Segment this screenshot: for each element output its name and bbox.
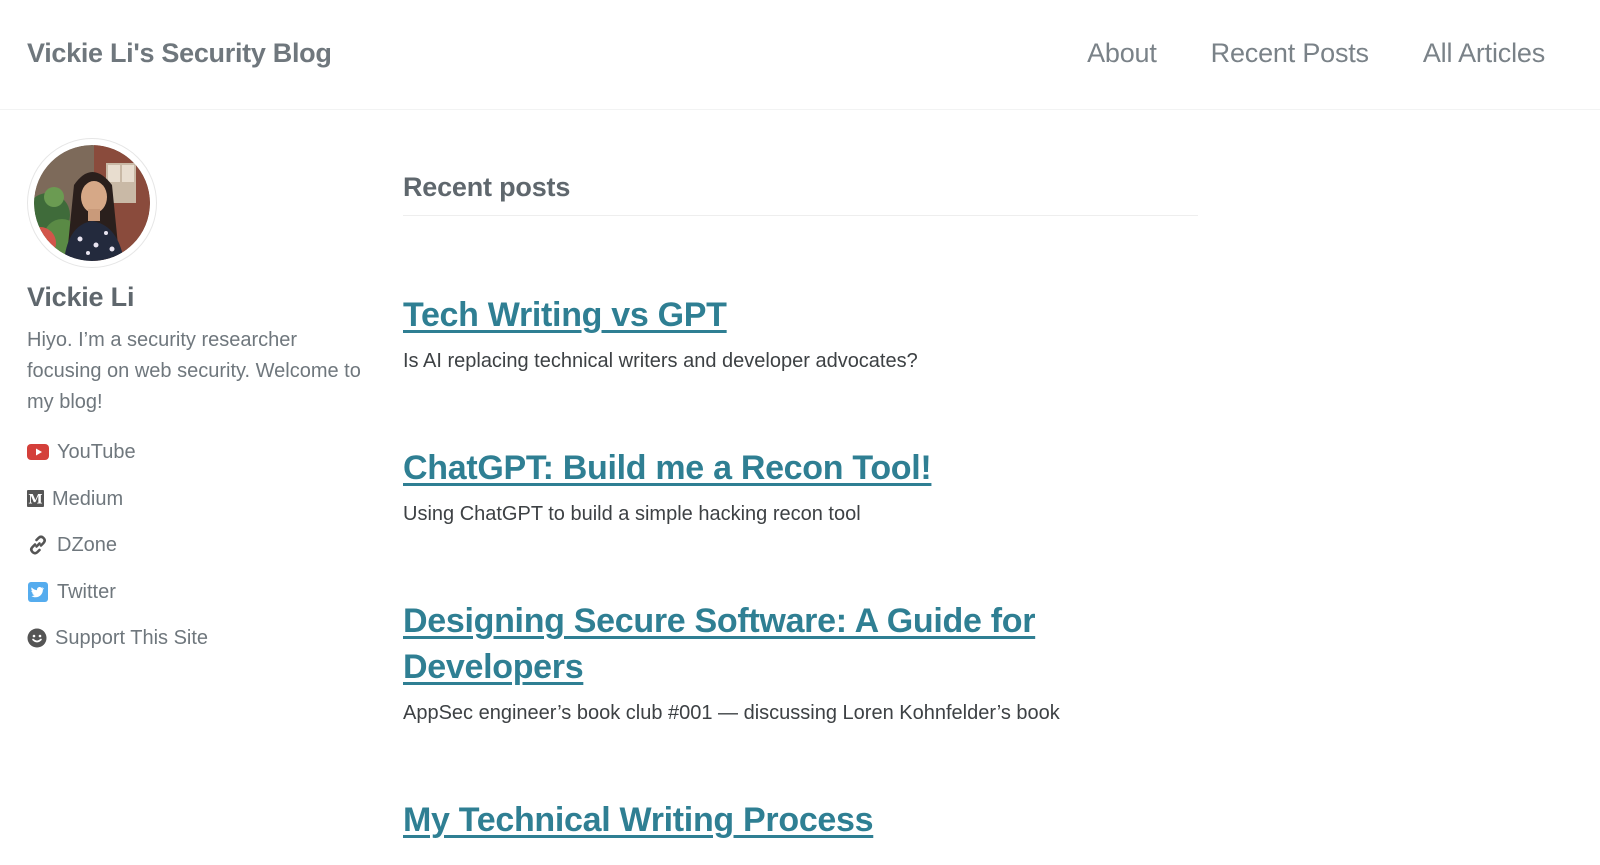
youtube-link-label: YouTube [57, 441, 136, 463]
nav-about-link[interactable]: About [1087, 38, 1157, 69]
post-item: ChatGPT: Build me a Recon Tool! Using Ch… [403, 445, 1198, 527]
post-excerpt: AppSec engineer’s book club #001 — discu… [403, 702, 1060, 724]
main-nav: About Recent Posts All Articles [1033, 38, 1545, 69]
section-title: Recent posts [403, 172, 1198, 216]
youtube-icon [27, 444, 49, 460]
medium-icon: M [27, 490, 44, 507]
author-link-item: Twitter [27, 580, 377, 627]
twitter-link-label: Twitter [57, 580, 116, 603]
medium-link-label: Medium [52, 487, 124, 510]
twitter-icon [27, 581, 49, 602]
medium-link[interactable]: M Medium [27, 487, 123, 511]
post-title-link[interactable]: Designing Secure Software: A Guide for D… [403, 602, 1035, 686]
dzone-link[interactable]: DZone [27, 533, 117, 557]
author-sidebar: Vickie Li Hiyo. I’m a security researche… [27, 138, 377, 673]
post-excerpt: Is AI replacing technical writers and de… [403, 350, 918, 372]
nav-recent-posts-link[interactable]: Recent Posts [1211, 38, 1369, 69]
post-title-link[interactable]: Tech Writing vs GPT [403, 296, 727, 334]
nav-all-articles-link[interactable]: All Articles [1423, 38, 1545, 69]
post-item: Designing Secure Software: A Guide for D… [403, 598, 1198, 726]
main-content: Recent posts Tech Writing vs GPT Is AI r… [403, 172, 1198, 843]
post-item: Tech Writing vs GPT Is AI replacing tech… [403, 292, 1198, 374]
author-name: Vickie Li [27, 282, 135, 312]
twitter-link[interactable]: Twitter [27, 580, 116, 604]
author-bio: Hiyo. I’m a security researcher focusing… [27, 329, 361, 413]
support-link[interactable]: Support This Site [27, 626, 208, 650]
avatar-frame [27, 138, 157, 268]
author-avatar [34, 145, 150, 261]
dzone-link-label: DZone [57, 534, 118, 556]
author-link-item: DZone [27, 533, 377, 580]
site-title-link[interactable]: Vickie Li's Security Blog [27, 38, 332, 69]
svg-text:M: M [28, 493, 42, 508]
link-icon [27, 534, 49, 556]
post-item: My Technical Writing Process [403, 797, 1198, 843]
support-link-label: Support This Site [55, 627, 209, 649]
post-excerpt: Using ChatGPT to build a simple hacking … [403, 503, 861, 525]
youtube-link[interactable]: YouTube [27, 440, 136, 464]
author-link-item: Support This Site [27, 626, 377, 673]
smile-icon [27, 628, 47, 648]
author-link-item: M Medium [27, 487, 377, 534]
post-title-link[interactable]: ChatGPT: Build me a Recon Tool! [403, 449, 932, 487]
masthead: Vickie Li's Security Blog About Recent P… [0, 0, 1600, 110]
post-title-link[interactable]: My Technical Writing Process [403, 801, 874, 839]
author-links: YouTube M Medium DZone Twitter Support T… [27, 440, 377, 673]
author-link-item: YouTube [27, 440, 377, 487]
